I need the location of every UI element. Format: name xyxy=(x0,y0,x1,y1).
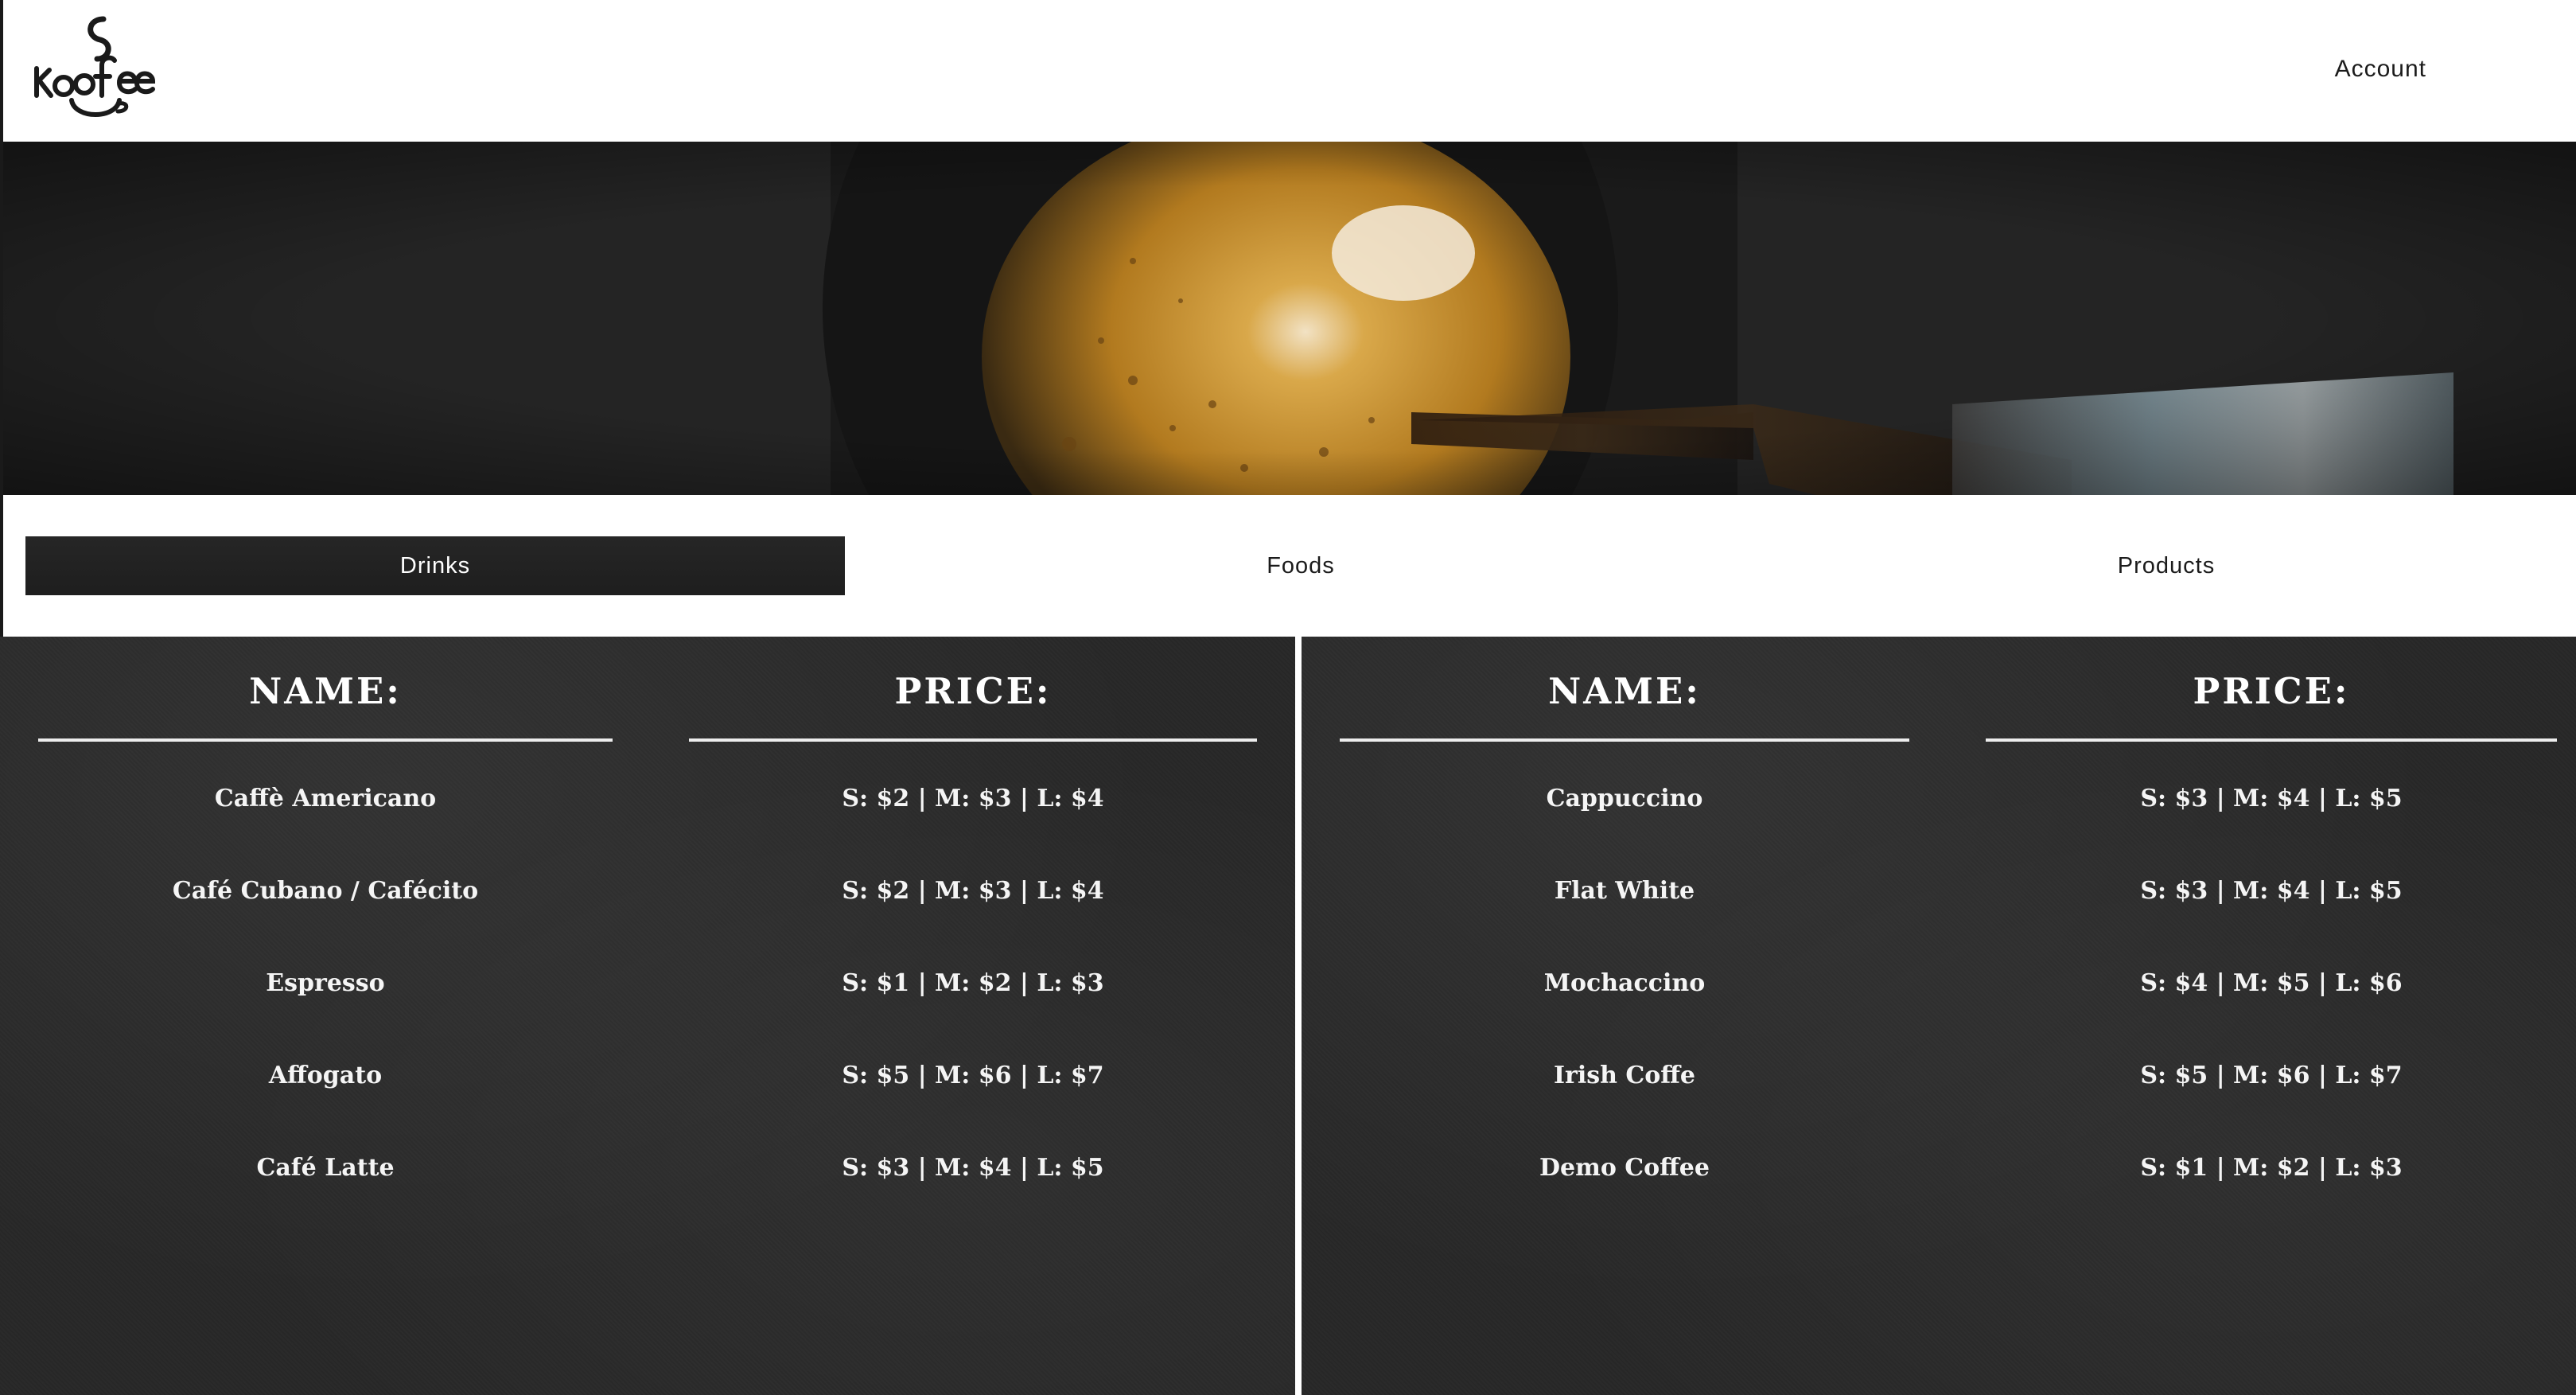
item-name: Affogato xyxy=(268,1062,383,1089)
item-price: S: $1 | M: $2 | L: $3 xyxy=(2140,1154,2403,1182)
item-price: S: $3 | M: $4 | L: $5 xyxy=(2140,877,2403,905)
price-header-rule xyxy=(1986,738,2557,742)
account-link[interactable]: Account xyxy=(2335,56,2426,83)
name-header-rule xyxy=(38,738,613,742)
price-header-rule xyxy=(689,738,1257,742)
name-header-rule xyxy=(1340,738,1909,742)
tab-foods[interactable]: Foods xyxy=(845,536,1757,595)
item-price: S: $2 | M: $3 | L: $4 xyxy=(842,785,1104,812)
item-name: Irish Coffe xyxy=(1554,1062,1695,1089)
item-name: Espresso xyxy=(266,969,385,997)
espresso-shot-banner-icon xyxy=(3,142,2576,495)
board-divider xyxy=(1295,637,1302,1395)
menu-board-right: NAME: PRICE: Cappuccino S: $3 | M: $4 | … xyxy=(1302,637,2576,1395)
hero-banner xyxy=(0,142,2576,495)
item-name: Cappuccino xyxy=(1546,785,1703,812)
item-price: S: $3 | M: $4 | L: $5 xyxy=(2140,785,2403,812)
item-price: S: $1 | M: $2 | L: $3 xyxy=(842,969,1104,997)
site-header: Account xyxy=(0,0,2576,142)
item-price: S: $3 | M: $4 | L: $5 xyxy=(842,1154,1104,1182)
price-column-header: PRICE: xyxy=(2193,670,2350,712)
price-column-header: PRICE: xyxy=(894,670,1052,712)
menu-tabs: Drinks Foods Products xyxy=(0,495,2576,637)
item-price: S: $4 | M: $5 | L: $6 xyxy=(2140,969,2403,997)
page: Account Drinks Foods Products NAME: PRIC… xyxy=(0,0,2576,1395)
item-name: Mochaccino xyxy=(1543,969,1706,997)
menu-board-left: NAME: PRICE: Caffè Americano S: $2 | M: … xyxy=(0,637,1295,1395)
koffee-logo[interactable] xyxy=(30,13,158,124)
name-column-header: NAME: xyxy=(249,670,402,712)
item-price: S: $5 | M: $6 | L: $7 xyxy=(2140,1062,2403,1089)
item-name: Café Cubano / Cafécito xyxy=(172,877,479,905)
name-column-header: NAME: xyxy=(1548,670,1701,712)
tab-drinks[interactable]: Drinks xyxy=(25,536,845,595)
tab-products[interactable]: Products xyxy=(1757,536,2576,595)
item-name: Café Latte xyxy=(256,1154,395,1182)
item-price: S: $5 | M: $6 | L: $7 xyxy=(842,1062,1104,1089)
item-price: S: $2 | M: $3 | L: $4 xyxy=(842,877,1104,905)
item-name: Flat White xyxy=(1554,877,1695,905)
item-name: Caffè Americano xyxy=(214,785,437,812)
item-name: Demo Coffee xyxy=(1539,1154,1710,1182)
